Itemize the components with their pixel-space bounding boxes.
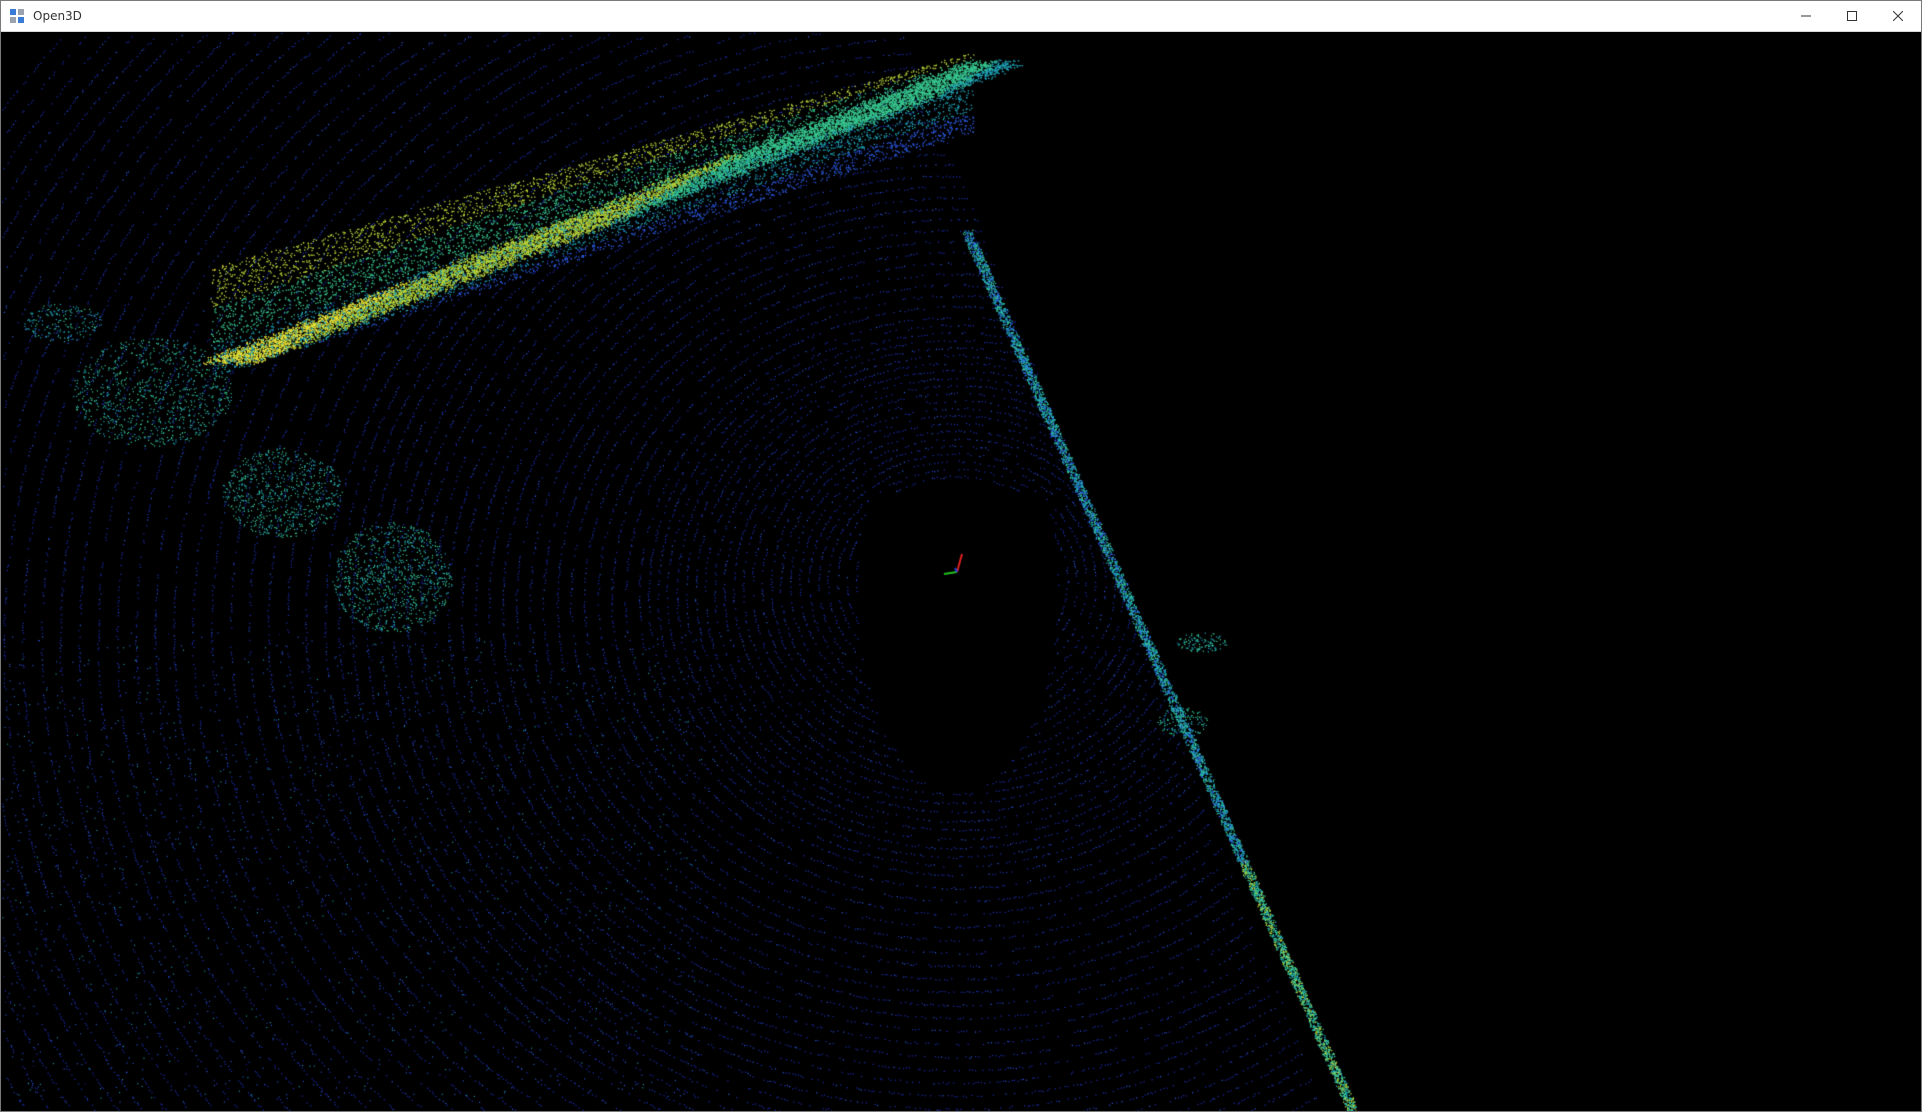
close-icon <box>1893 11 1903 21</box>
title-bar[interactable]: Open3D <box>1 1 1921 32</box>
maximize-button[interactable] <box>1829 1 1875 31</box>
3d-viewport[interactable] <box>2 32 1921 1111</box>
window-controls <box>1783 1 1921 31</box>
open3d-app-icon <box>9 8 25 24</box>
maximize-icon <box>1847 11 1857 21</box>
open3d-window: Open3D <box>0 0 1922 1112</box>
window-title: Open3D <box>33 9 82 23</box>
point-cloud-canvas[interactable] <box>2 32 1921 1111</box>
minimize-button[interactable] <box>1783 1 1829 31</box>
close-button[interactable] <box>1875 1 1921 31</box>
minimize-icon <box>1801 15 1811 17</box>
